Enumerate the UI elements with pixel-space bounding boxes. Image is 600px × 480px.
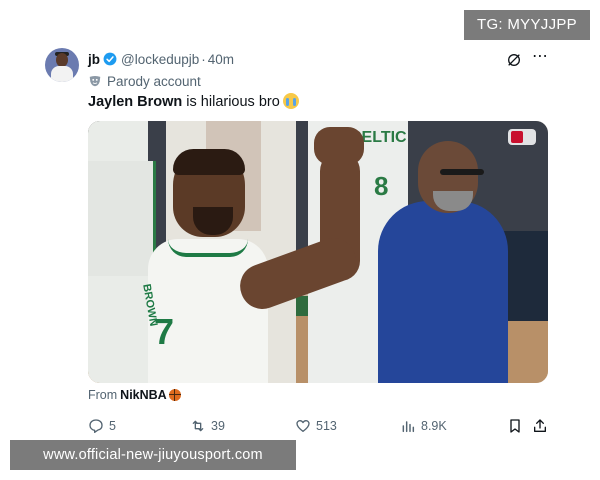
tweet-text-bold: Jaylen Brown bbox=[88, 94, 183, 110]
source-name[interactable]: NikNBA bbox=[120, 388, 167, 402]
tweet-text-rest: is hilarious bro bbox=[182, 94, 280, 110]
share-button[interactable] bbox=[532, 416, 553, 436]
tweet-card[interactable]: jb @lockedupjb · 40m ⋯ Parody account Ja… bbox=[38, 40, 560, 450]
heart-icon bbox=[296, 420, 310, 432]
watermark-tg: TG: MYYJJPP bbox=[464, 10, 590, 40]
reply-button[interactable]: 5 bbox=[88, 416, 116, 436]
media-jersey-trim bbox=[168, 239, 248, 257]
views-count: 8.9K bbox=[421, 419, 447, 433]
avatar-head bbox=[56, 53, 68, 67]
media-coach-body bbox=[378, 201, 508, 383]
media-jersey-number: 7 bbox=[154, 311, 175, 352]
more-options-icon[interactable]: ⋯ bbox=[532, 49, 548, 66]
tweet-media[interactable]: CELTIC 8 BROWN 7 bbox=[88, 121, 548, 383]
parody-mask-icon bbox=[89, 76, 101, 87]
like-button[interactable]: 513 bbox=[295, 416, 337, 436]
media-teammate-jersey-number: 8 bbox=[374, 171, 389, 201]
verified-badge-icon bbox=[103, 52, 117, 66]
media-raised-fist bbox=[314, 127, 364, 165]
tweet-header: jb @lockedupjb · 40m bbox=[88, 50, 234, 68]
media-player-hair bbox=[173, 149, 245, 175]
timestamp[interactable]: 40m bbox=[208, 52, 234, 67]
avatar-shirt bbox=[51, 66, 73, 82]
bookmark-icon bbox=[510, 419, 520, 433]
retweet-icon bbox=[192, 420, 204, 432]
views-bar-chart-icon bbox=[402, 421, 415, 433]
media-network-badge bbox=[508, 129, 536, 145]
views-button[interactable]: 8.9K bbox=[400, 416, 447, 436]
watermark-url: www.official-new-jiuyousport.com bbox=[10, 440, 296, 470]
parody-label-text: Parody account bbox=[107, 73, 201, 89]
grok-icon[interactable] bbox=[506, 52, 522, 68]
tweet-text: Jaylen Brown is hilarious bro bbox=[88, 93, 299, 110]
media-coach-glasses bbox=[440, 169, 484, 175]
like-count: 513 bbox=[316, 419, 337, 433]
action-bar: 5 39 513 8.9K bbox=[88, 416, 550, 436]
handle[interactable]: @lockedupjb bbox=[121, 52, 199, 67]
source-prefix: From bbox=[88, 388, 118, 402]
basketball-icon bbox=[168, 389, 181, 401]
parody-label: Parody account bbox=[88, 72, 201, 90]
retweet-count: 39 bbox=[211, 419, 225, 433]
display-name[interactable]: jb bbox=[88, 52, 100, 67]
retweet-button[interactable]: 39 bbox=[190, 416, 225, 436]
share-icon bbox=[534, 419, 546, 432]
loudly-crying-face-icon bbox=[282, 93, 299, 109]
reply-count: 5 bbox=[109, 419, 116, 433]
nba-logo-icon bbox=[511, 131, 523, 143]
media-source: From NikNBA bbox=[88, 388, 181, 402]
avatar[interactable] bbox=[45, 48, 79, 82]
separator-dot: · bbox=[201, 51, 206, 67]
media-player-left-shorts bbox=[88, 161, 156, 276]
reply-icon bbox=[89, 419, 103, 433]
bookmark-button[interactable] bbox=[507, 416, 528, 436]
